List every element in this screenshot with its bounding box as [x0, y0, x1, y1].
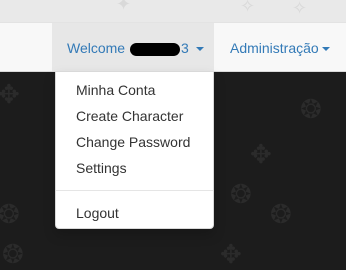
menu-item-minha-conta[interactable]: Minha Conta [56, 77, 213, 103]
background-pattern-icon: ✥ [250, 140, 272, 170]
menu-item-change-password[interactable]: Change Password [56, 129, 213, 155]
background-pattern-icon: ✥ [0, 80, 20, 110]
welcome-suffix: 3 [180, 40, 189, 56]
menu-item-settings[interactable]: Settings [56, 155, 213, 181]
background-pattern-icon: ❂ [230, 180, 252, 210]
menu-divider [56, 190, 213, 191]
background-pattern-icon: ❂ [270, 200, 292, 230]
user-dropdown-menu: Minha Conta Create Character Change Pass… [55, 71, 214, 229]
background-pattern-icon: ❂ [300, 95, 322, 125]
background-pattern-icon: ❂ [2, 240, 24, 270]
admin-menu[interactable]: Administração [230, 23, 330, 71]
caret-down-icon [195, 47, 204, 52]
pattern-icon: ✧ [240, 0, 256, 17]
redacted-username [129, 42, 180, 56]
welcome-label: Welcome [67, 40, 126, 56]
menu-item-create-character[interactable]: Create Character [56, 103, 213, 129]
pattern-icon: ✧ [292, 0, 308, 19]
admin-label: Administração [230, 40, 319, 56]
top-background-strip: ✦ ✧ ✧ [0, 0, 346, 22]
caret-down-icon [321, 47, 330, 52]
background-pattern-icon: ✥ [220, 240, 242, 270]
menu-item-logout[interactable]: Logout [56, 200, 213, 226]
navbar: Welcome 3 Administração [0, 22, 346, 72]
background-pattern-icon: ❂ [0, 200, 20, 230]
pattern-icon: ✦ [116, 0, 132, 15]
welcome-user-menu[interactable]: Welcome 3 [52, 23, 214, 71]
